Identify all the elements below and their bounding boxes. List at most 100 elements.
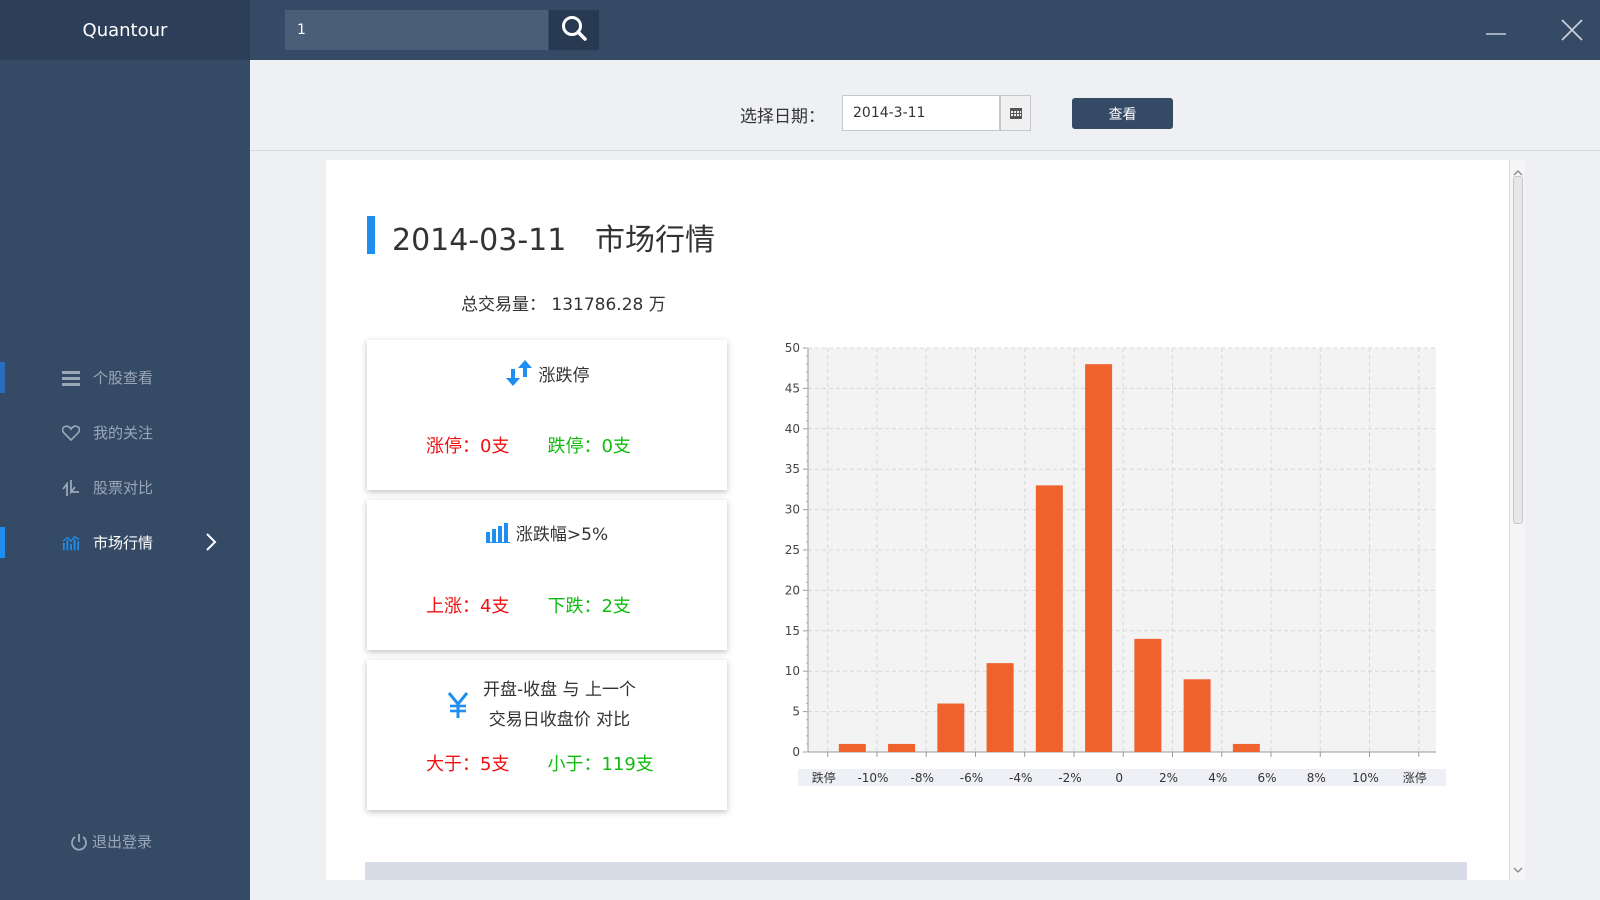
date-picker-button[interactable]	[1000, 95, 1031, 131]
y-tick-label: 30	[785, 503, 800, 517]
card-header: 涨跌幅>5%	[367, 520, 727, 545]
chart-bar	[1035, 485, 1063, 752]
app-brand: Quantour	[0, 0, 250, 60]
x-tick-label: -4%	[1009, 771, 1032, 785]
less-count: 小于：119支	[547, 754, 654, 775]
x-tick-label: -8%	[911, 771, 934, 785]
logout-label: 退出登录	[92, 833, 153, 851]
chart-bar	[1183, 679, 1211, 752]
card-title: 涨跌停	[538, 365, 590, 386]
sidebar-item-label: 市场行情	[93, 534, 154, 552]
x-tick-label: 8%	[1307, 771, 1326, 785]
date-selector-bar: 选择日期： 查看	[250, 60, 1600, 151]
y-tick-label: 40	[785, 422, 800, 436]
x-tick-label: 4%	[1208, 771, 1227, 785]
total-volume-label: 总交易量：	[461, 295, 546, 315]
card-header: 开盘-收盘 与 上一个 交易日收盘价 对比	[447, 675, 636, 735]
chevron-right-icon	[205, 532, 217, 556]
bar-chart-icon	[485, 522, 510, 543]
market-chart-icon	[62, 534, 80, 552]
total-volume: 总交易量： 131786.28 万	[461, 290, 666, 315]
x-tick-label: -6%	[960, 771, 983, 785]
search-icon	[560, 14, 588, 46]
next-section-header	[365, 862, 1467, 880]
scrollbar-thumb[interactable]	[1513, 176, 1523, 524]
y-tick-label: 15	[785, 624, 800, 638]
minimize-button[interactable]	[1484, 18, 1508, 42]
sidebar-active-marker	[0, 527, 5, 558]
y-tick-label: 20	[785, 583, 800, 597]
y-tick-label: 45	[785, 381, 800, 395]
x-tick-label: 2%	[1159, 771, 1178, 785]
sidebar-nav: 个股查看 我的关注 股票对比 市场行情	[0, 350, 250, 570]
power-icon	[70, 833, 88, 851]
market-report-panel: 2014-03-11 市场行情 总交易量： 131786.28 万 涨跌停 涨停…	[326, 160, 1509, 880]
over-5-percent-card: 涨跌幅>5% 上涨：4支 下跌：2支	[367, 500, 727, 650]
x-tick-label: 0	[1115, 771, 1123, 785]
page-title: 2014-03-11 市场行情	[392, 223, 715, 258]
card-stats: 大于：5支 小于：119支	[426, 750, 654, 776]
sidebar-item-compare[interactable]: 股票对比	[0, 460, 250, 515]
fall-count: 下跌：2支	[547, 596, 631, 617]
card-title: 开盘-收盘 与 上一个 交易日收盘价 对比	[483, 675, 636, 735]
view-button[interactable]: 查看	[1072, 98, 1173, 129]
calendar-icon	[1009, 104, 1022, 123]
greater-count: 大于：5支	[426, 754, 510, 775]
sidebar-item-market[interactable]: 市场行情	[0, 515, 250, 570]
date-field[interactable]	[842, 95, 1000, 131]
rise-count: 上涨：4支	[426, 596, 510, 617]
y-tick-label: 10	[785, 664, 800, 678]
sidebar-item-stock-view[interactable]: 个股查看	[0, 350, 250, 405]
y-tick-label: 5	[792, 705, 800, 719]
chart-bar	[1085, 364, 1113, 752]
up-down-arrows-icon	[505, 360, 533, 386]
x-tick-label: 涨停	[1403, 770, 1427, 785]
sidebar-item-label: 我的关注	[93, 424, 154, 442]
y-tick-label: 0	[792, 745, 800, 759]
compare-icon	[62, 479, 80, 497]
chart-bar	[1232, 743, 1260, 752]
heart-icon	[62, 424, 80, 442]
sidebar-item-watchlist[interactable]: 我的关注	[0, 405, 250, 460]
logout-button[interactable]: 退出登录	[70, 831, 152, 852]
scroll-down-icon[interactable]	[1513, 859, 1523, 878]
chart-bar	[888, 743, 916, 752]
search-button[interactable]	[549, 10, 599, 50]
card-title: 涨跌幅>5%	[515, 525, 609, 545]
vertical-scrollbar[interactable]	[1509, 160, 1525, 880]
yuan-icon	[447, 692, 469, 718]
limit-down-count: 跌停：0支	[547, 436, 631, 457]
total-volume-value: 131786.28 万	[551, 295, 666, 315]
sidebar-item-label: 个股查看	[93, 369, 154, 387]
chart-bar	[937, 703, 965, 752]
chart-bar	[1134, 638, 1162, 752]
title-accent-bar	[367, 216, 375, 254]
y-tick-label: 35	[785, 462, 800, 476]
x-tick-label: 跌停	[812, 770, 836, 785]
card-title-line1: 开盘-收盘 与 上一个	[483, 680, 636, 700]
list-icon	[62, 369, 80, 387]
card-stats: 涨停：0支 跌停：0支	[426, 432, 631, 458]
price-change-distribution-chart: 0 5 10 15 20 25 30 35 40 45 50 跌停 -10% -8% -6% -4% -2% 0 2…	[776, 340, 1466, 795]
x-tick-label: 6%	[1257, 771, 1276, 785]
sidebar-item-label: 股票对比	[93, 479, 154, 497]
y-tick-label: 50	[785, 341, 800, 355]
limit-up-count: 涨停：0支	[426, 436, 510, 457]
open-close-compare-card: 开盘-收盘 与 上一个 交易日收盘价 对比 大于：5支 小于：119支	[367, 660, 727, 810]
minimize-icon	[1485, 21, 1507, 40]
limit-up-down-card: 涨跌停 涨停：0支 跌停：0支	[367, 340, 727, 490]
chart-bar	[838, 743, 866, 752]
top-bar	[250, 0, 1600, 60]
search-input[interactable]	[285, 10, 548, 50]
card-title-line2: 交易日收盘价 对比	[488, 710, 631, 730]
card-header: 涨跌停	[367, 360, 727, 386]
x-tick-label: 10%	[1352, 771, 1379, 785]
card-stats: 上涨：4支 下跌：2支	[426, 592, 631, 618]
x-tick-label: -10%	[857, 771, 888, 785]
close-button[interactable]	[1560, 18, 1584, 42]
date-label: 选择日期：	[740, 107, 825, 127]
close-icon	[1560, 19, 1584, 46]
y-tick-label: 25	[785, 543, 800, 557]
chart-svg: 0 5 10 15 20 25 30 35 40 45 50 跌停 -10% -8% -6% -4% -2% 0 2…	[785, 341, 1446, 786]
sidebar: Quantour 个股查看 我的关注 股票对比 市场行情 退出登录	[0, 0, 250, 900]
